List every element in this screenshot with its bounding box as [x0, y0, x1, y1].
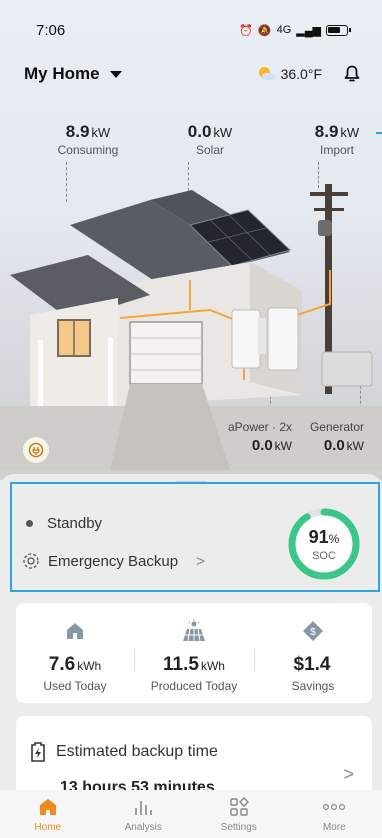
used-today-label: Used Today: [43, 679, 107, 693]
generator-label: Generator: [309, 420, 364, 434]
consuming-metric[interactable]: 8.9 kW Consuming: [44, 122, 132, 157]
tab-label: More: [322, 822, 346, 833]
house-icon: [16, 617, 134, 645]
backup-mode-link[interactable]: Emergency Backup >: [22, 552, 205, 570]
analysis-icon: [133, 796, 153, 818]
backup-mode-label: Emergency Backup: [48, 552, 179, 570]
plug-icon: [28, 442, 44, 458]
used-today-stat[interactable]: 7.6 kWh Used Today: [16, 603, 134, 703]
produced-today-stat[interactable]: 11.5 kWh Produced Today: [135, 603, 253, 703]
tab-home[interactable]: Home: [0, 790, 96, 838]
more-icon: [323, 796, 346, 818]
tab-analysis[interactable]: Analysis: [96, 790, 192, 838]
ev-charger-button[interactable]: [22, 436, 50, 464]
consuming-value: 8.9 kW: [65, 122, 111, 141]
home-icon: [38, 796, 58, 818]
battery-icon: [326, 24, 351, 36]
caret-down-icon[interactable]: [109, 70, 122, 78]
daily-stats-card: 7.6 kWh Used Today 11.5 kWh Produced Today…: [16, 603, 372, 703]
system-mode-label: Standby: [47, 515, 103, 532]
temperature: 36.0°F: [280, 66, 322, 82]
top-bar: My Home 36.0°F: [0, 60, 382, 88]
tab-settings[interactable]: Settings: [191, 790, 287, 838]
status-bar: 7:06 ⏰ 🔕 4G ▂▄▆: [0, 0, 382, 60]
solar-value: 0.0 kW: [187, 122, 233, 141]
settings-icon: [229, 796, 249, 818]
backup-time-card[interactable]: Estimated backup time 13 hours 53 minute…: [16, 716, 372, 796]
status-icons: ⏰ 🔕 4G ▂▄▆: [239, 24, 351, 37]
tab-label: Analysis: [124, 822, 162, 833]
bell-icon[interactable]: [344, 65, 360, 83]
backup-title: Estimated backup time: [30, 742, 218, 762]
tab-label: Settings: [220, 822, 257, 833]
battery-bolt-icon: [31, 742, 45, 762]
produced-today-label: Produced Today: [150, 679, 238, 693]
hero-scene: 7:06 ⏰ 🔕 4G ▂▄▆ My Home 36.0°F 8.9 kW Con…: [0, 0, 382, 480]
solar-panel-icon: [135, 617, 253, 645]
signal-icon: ▂▄▆: [296, 24, 321, 37]
savings-value: $1.4: [293, 654, 331, 675]
weather: 36.0°F: [258, 66, 322, 82]
mute-icon: 🔕: [257, 24, 272, 37]
savings-stat[interactable]: $ $1.4 Savings: [254, 603, 372, 703]
svg-text:$: $: [310, 627, 316, 638]
system-mode: Standby: [26, 515, 102, 532]
status-dot-icon: [26, 520, 33, 527]
generator-metric[interactable]: Generator 0.0 kW: [298, 420, 364, 454]
import-indicator: [376, 132, 382, 134]
produced-today-value: 11.5 kWh: [163, 654, 225, 675]
import-value: 8.9 kW: [314, 122, 360, 141]
target-icon: [23, 553, 39, 569]
apower-label: aPower · 2x: [227, 420, 292, 434]
network-label: 4G: [276, 24, 292, 36]
chevron-right-icon: >: [343, 764, 354, 784]
soc-value: 91%: [308, 527, 340, 547]
savings-tag-icon: $: [254, 617, 372, 645]
import-metric[interactable]: 8.9 kW Import: [298, 122, 376, 157]
status-time: 7:06: [36, 21, 66, 39]
apower-metric[interactable]: aPower · 2x 0.0 kW: [222, 420, 292, 454]
alarm-icon: ⏰: [239, 24, 253, 37]
bottom-tab-bar: Home Analysis Settings More: [0, 790, 382, 838]
partly-cloudy-icon: [258, 67, 276, 81]
soc-readout: 91% SOC: [286, 527, 362, 562]
generator-value: 0.0 kW: [323, 437, 364, 454]
solar-label: Solar: [195, 143, 224, 157]
used-today-value: 7.6 kWh: [48, 654, 102, 675]
savings-label: Savings: [291, 679, 335, 693]
chevron-right-icon: >: [196, 552, 205, 570]
backup-title-label: Estimated backup time: [56, 743, 218, 760]
tab-label: Home: [34, 822, 62, 833]
consuming-label: Consuming: [57, 143, 119, 157]
solar-metric[interactable]: 0.0 kW Solar: [170, 122, 250, 157]
tab-more[interactable]: More: [287, 790, 382, 838]
soc-label: SOC: [312, 550, 336, 562]
import-label: Import: [319, 143, 354, 157]
apower-value: 0.0 kW: [251, 437, 292, 454]
home-selector-title[interactable]: My Home: [24, 64, 100, 84]
